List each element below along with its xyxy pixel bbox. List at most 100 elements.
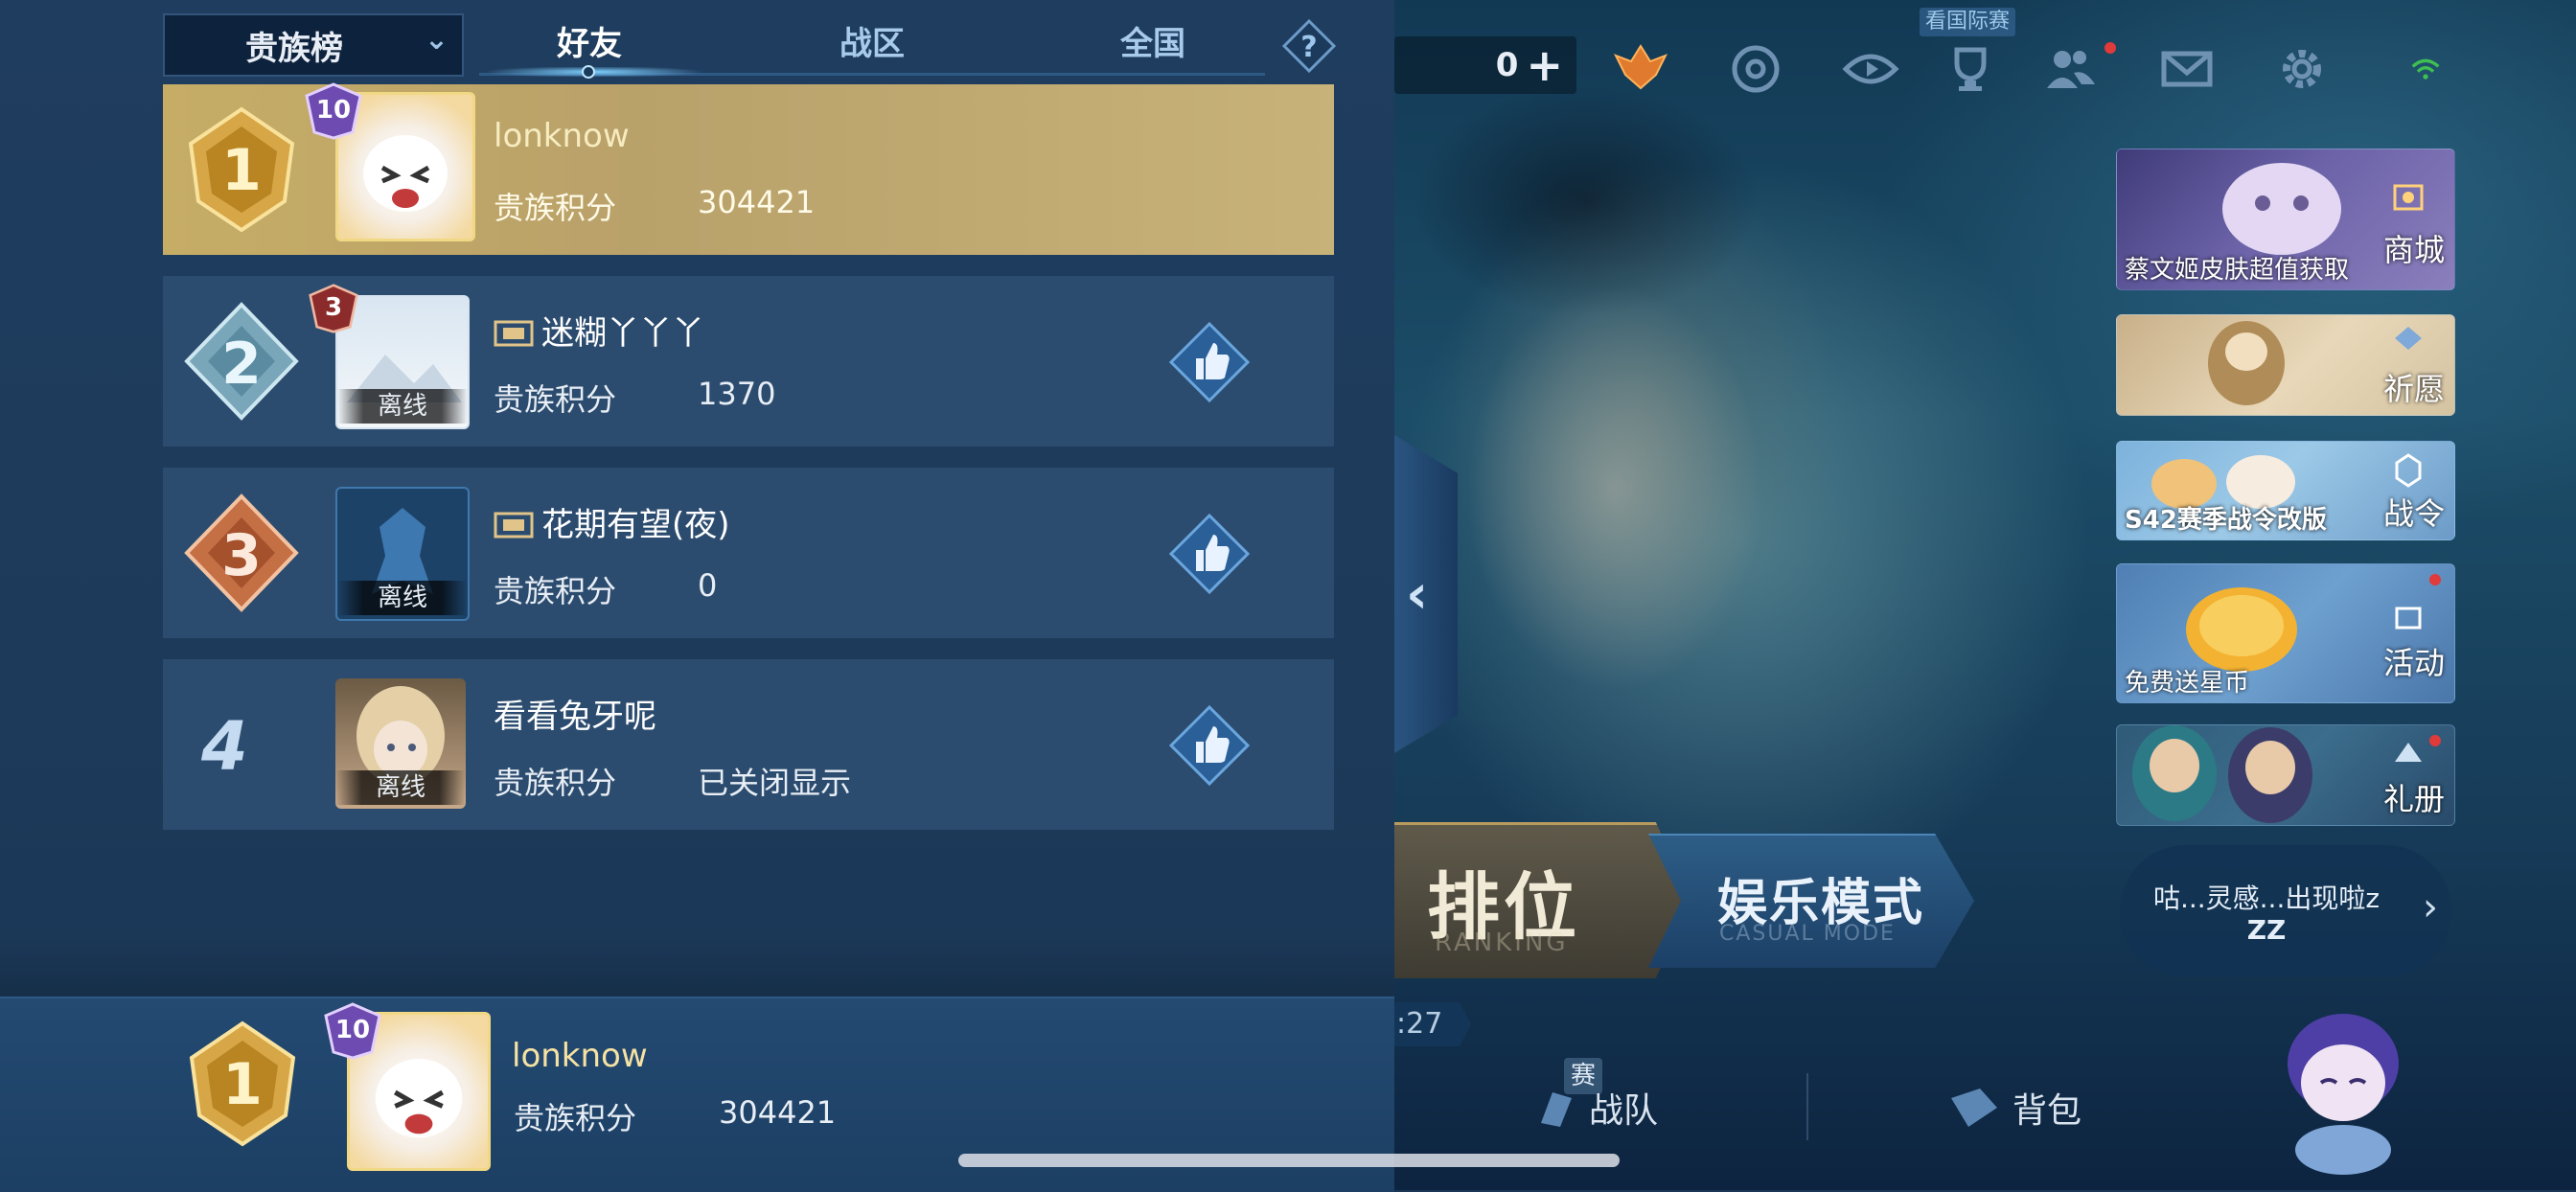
nav-label: 背包 bbox=[2012, 1091, 2082, 1131]
offline-tag: 离线 bbox=[337, 389, 468, 424]
ranked-mode-button[interactable]: 排位 RANKING bbox=[1394, 822, 1691, 978]
backpack-icon bbox=[1951, 1089, 1997, 1127]
avatar[interactable]: 离线 bbox=[335, 678, 466, 809]
leaderboard-row[interactable]: 2 离线 3 迷糊丫丫丫 贵族积分 1370 bbox=[163, 276, 1334, 447]
currency-value: 0 bbox=[1495, 46, 1519, 84]
chevron-down-icon: ⌄ bbox=[424, 23, 448, 57]
shop-tile[interactable]: 蔡文姬皮肤超值获取 商城 bbox=[2116, 149, 2455, 290]
nav-divider bbox=[1806, 1073, 1808, 1140]
svg-text:3: 3 bbox=[221, 522, 262, 589]
score-value: 304421 bbox=[719, 1094, 837, 1131]
notification-dot bbox=[2429, 574, 2441, 585]
like-thumb-button[interactable] bbox=[1167, 320, 1252, 404]
score-value: 304421 bbox=[698, 184, 816, 220]
tile-label: 战令 bbox=[2382, 495, 2445, 532]
collapse-panel-button[interactable]: ‹ bbox=[1394, 435, 1458, 753]
score-value: 已关闭显示 bbox=[698, 765, 852, 801]
tab-friends[interactable]: 好友 bbox=[479, 17, 700, 71]
casual-mode-button[interactable]: 娱乐模式 CASUAL MODE bbox=[1648, 834, 1974, 968]
assistant-speech-bubble[interactable]: 咕...灵感...出现啦z ZZ › bbox=[2120, 845, 2451, 977]
watch-international-label[interactable]: 看国际赛 bbox=[1920, 8, 2016, 36]
score-value: 0 bbox=[698, 567, 718, 604]
wish-tile[interactable]: 祈愿 bbox=[2116, 314, 2455, 416]
score-label: 贵族积分 bbox=[494, 190, 617, 226]
hero-hair-art bbox=[1394, 86, 1835, 374]
avatar[interactable]: 离线 bbox=[335, 487, 470, 621]
casual-mode-subtitle: CASUAL MODE bbox=[1719, 922, 1896, 946]
rank-number: 4 bbox=[201, 707, 248, 786]
svg-text:1: 1 bbox=[221, 137, 262, 204]
score-label: 贵族积分 bbox=[494, 381, 617, 418]
active-tab-dot bbox=[582, 65, 595, 79]
tile-label: 商城 bbox=[2382, 232, 2445, 268]
ranked-mode-subtitle: RANKING bbox=[1435, 928, 1569, 957]
wifi-signal-icon bbox=[2402, 38, 2450, 100]
mentor-badge-icon bbox=[494, 320, 534, 347]
score-label: 贵族积分 bbox=[494, 765, 617, 801]
currency-add-icon[interactable]: + bbox=[1526, 43, 1563, 87]
team-flag-icon bbox=[1541, 1092, 1572, 1127]
chevron-left-icon: ‹ bbox=[1406, 563, 1429, 626]
svg-text:2: 2 bbox=[221, 331, 262, 398]
queue-timer: :27 bbox=[1394, 1002, 1471, 1046]
currency-counter[interactable]: 0 + bbox=[1394, 36, 1576, 94]
svg-text:?: ? bbox=[1300, 31, 1317, 64]
bronze-rank-badge-icon: 3 bbox=[184, 493, 299, 612]
tile-caption: 蔡文姬皮肤超值获取 bbox=[2125, 256, 2350, 285]
leaderboard-panel: 贵族榜 ⌄ 好友 战区 全国 ? 1 10 lonknow 贵族积分 30442… bbox=[0, 0, 1394, 1192]
score-value: 1370 bbox=[698, 376, 776, 412]
player-name: 看看兔牙呢 bbox=[494, 698, 656, 736]
svg-text:1: 1 bbox=[222, 1051, 263, 1118]
bubble-text-line2: ZZ bbox=[2246, 914, 2287, 946]
noble-level-number: 10 bbox=[315, 96, 352, 125]
rank-emblem-icon[interactable] bbox=[1610, 38, 1671, 100]
noble-level-number: 10 bbox=[334, 1016, 371, 1044]
gold-rank-badge-icon: 1 bbox=[189, 1020, 296, 1147]
backpack-nav-button[interactable]: 背包 bbox=[1945, 1083, 2082, 1133]
leaderboard-row[interactable]: 1 10 lonknow 贵族积分 304421 bbox=[163, 82, 1334, 255]
gold-rank-badge-icon: 1 bbox=[188, 106, 295, 233]
tab-national[interactable]: 全国 bbox=[1043, 17, 1263, 71]
team-nav-button[interactable]: 战队 bbox=[1533, 1083, 1658, 1133]
noble-level-number: 3 bbox=[324, 293, 343, 322]
mascot-avatar[interactable] bbox=[2271, 997, 2415, 1179]
offline-tag: 离线 bbox=[335, 770, 466, 805]
gift-book-tile[interactable]: 礼册 bbox=[2116, 724, 2455, 826]
list-fade bbox=[0, 939, 1394, 997]
tab-region[interactable]: 战区 bbox=[762, 17, 982, 71]
silver-rank-badge-icon: 2 bbox=[184, 302, 299, 421]
chevron-right-icon: › bbox=[2423, 885, 2438, 929]
replay-eye-icon[interactable] bbox=[1840, 38, 1901, 100]
like-thumb-button[interactable] bbox=[1167, 703, 1252, 788]
dropdown-label: 贵族榜 bbox=[245, 29, 343, 68]
player-name: lonknow bbox=[494, 117, 630, 155]
tile-label: 活动 bbox=[2382, 645, 2445, 681]
help-icon[interactable]: ? bbox=[1280, 17, 1338, 75]
player-name: lonknow bbox=[512, 1037, 648, 1075]
score-label: 贵族积分 bbox=[494, 573, 617, 609]
friends-icon[interactable] bbox=[2039, 38, 2101, 100]
score-label: 贵族积分 bbox=[514, 1100, 637, 1136]
leaderboard-type-dropdown[interactable]: 贵族榜 ⌄ bbox=[163, 13, 464, 77]
target-icon[interactable] bbox=[1725, 38, 1786, 100]
event-tile[interactable]: 免费送星币 活动 bbox=[2116, 563, 2455, 703]
player-name-container: 花期有望(夜) bbox=[494, 498, 730, 545]
battle-pass-tile[interactable]: S42赛季战令改版 战令 bbox=[2116, 441, 2455, 540]
trophy-icon[interactable] bbox=[1940, 38, 2001, 100]
tile-label: 礼册 bbox=[2382, 781, 2445, 817]
settings-gear-icon[interactable] bbox=[2271, 38, 2333, 100]
player-name: 花期有望(夜) bbox=[541, 506, 730, 544]
notification-dot bbox=[2104, 42, 2116, 54]
notification-dot bbox=[2429, 735, 2441, 746]
leaderboard-row[interactable]: 4 离线 看看兔牙呢 贵族积分 已关闭显示 bbox=[163, 659, 1334, 830]
like-thumb-button[interactable] bbox=[1167, 512, 1252, 596]
bubble-text-line1: 咕...灵感...出现啦z bbox=[2152, 883, 2380, 914]
nav-label: 战队 bbox=[1589, 1091, 1659, 1131]
offline-tag: 离线 bbox=[337, 581, 468, 615]
home-indicator[interactable] bbox=[958, 1154, 1620, 1167]
tile-caption: S42赛季战令改版 bbox=[2125, 506, 2327, 535]
mail-icon[interactable] bbox=[2156, 38, 2218, 100]
mentor-badge-icon bbox=[494, 512, 534, 539]
leaderboard-row[interactable]: 3 离线 花期有望(夜) 贵族积分 0 bbox=[163, 468, 1334, 638]
player-name: 迷糊丫丫丫 bbox=[541, 314, 704, 353]
